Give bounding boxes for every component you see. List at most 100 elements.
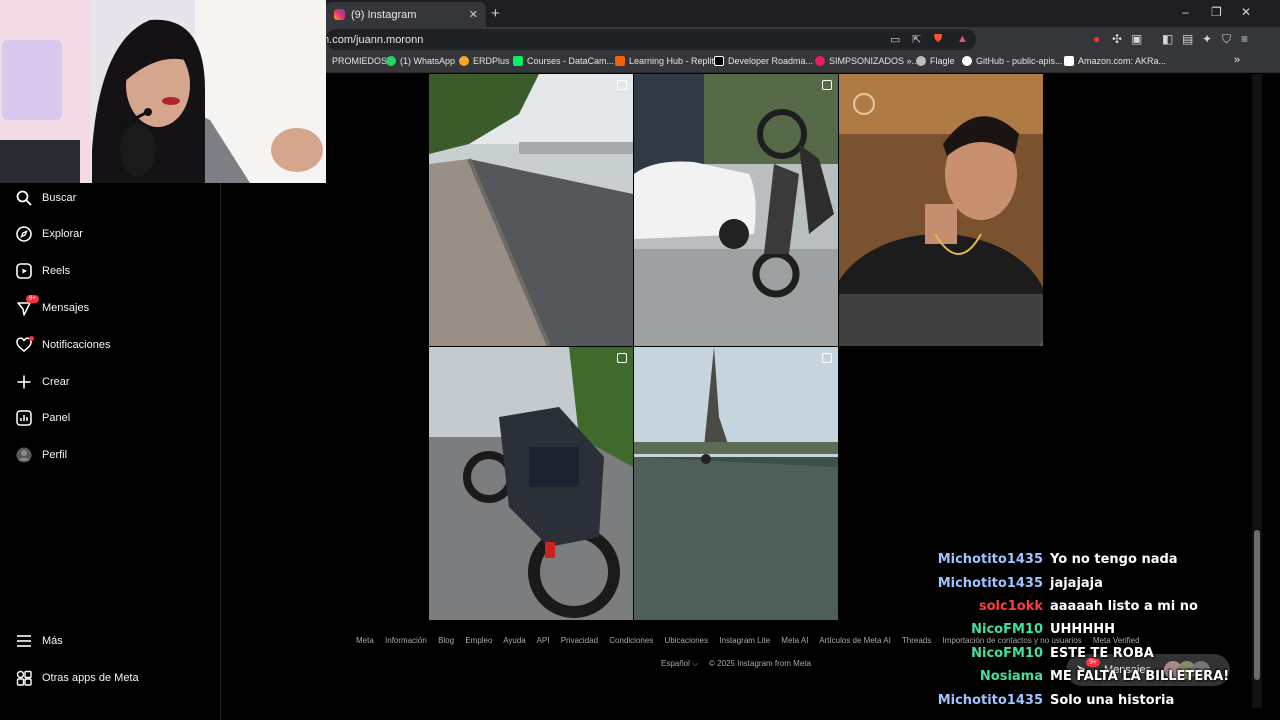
reel-indicator-icon [617, 80, 627, 90]
bookmark-label: Flagle [930, 56, 955, 66]
sidebar-item-label: Más [42, 635, 63, 647]
sidebar-item-perfil[interactable]: Perfil [16, 447, 67, 463]
tab-close-icon[interactable]: ✕ [469, 8, 478, 21]
chat-text: ESTE TE ROBA [1050, 645, 1154, 661]
sidebar-item-label: Crear [42, 376, 70, 388]
chat-username: Nosiama [979, 669, 1043, 685]
wallet-icon[interactable]: ▤ [1182, 32, 1193, 46]
bookmark-item[interactable]: PROMIEDOS [332, 56, 387, 66]
footer-link[interactable]: API [537, 636, 550, 645]
roadmap-icon [714, 56, 724, 66]
reel-indicator-icon [822, 80, 832, 90]
footer-link[interactable]: Ubicaciones [665, 636, 709, 645]
share-icon[interactable]: ⇱ [912, 33, 921, 46]
footer-link[interactable]: Privacidad [561, 636, 598, 645]
bookmark-label: Courses - DataCam... [527, 56, 615, 66]
webcam-overlay [0, 0, 326, 183]
plus-icon [16, 374, 32, 390]
chat-message: solc1okk aaaaah listo a mi no [870, 595, 1230, 618]
sidebar-item-explorar[interactable]: Explorar [16, 226, 83, 242]
bookmarks-overflow-button[interactable]: » [1234, 54, 1240, 66]
tab-search-icon[interactable]: ▣ [1131, 32, 1142, 46]
sidebar-toggle-icon[interactable]: ◧ [1162, 32, 1173, 46]
bookmark-item[interactable]: ERDPlus [459, 56, 510, 66]
bookmark-item[interactable]: (1) WhatsApp [386, 56, 455, 66]
chat-message: Michotito1435 Solo una historia [870, 688, 1230, 711]
footer-link[interactable]: Blog [438, 636, 454, 645]
language-select[interactable]: Español ⌵ [661, 659, 698, 669]
footer-copyright: © 2025 Instagram from Meta [709, 659, 811, 668]
bookmark-item[interactable]: Courses - DataCam... [513, 56, 614, 66]
leo-ai-icon[interactable]: ✦ [1202, 32, 1212, 46]
bookmark-item[interactable]: Amazon.com: AKRa... [1064, 56, 1166, 66]
footer-link[interactable]: Meta [356, 636, 374, 645]
footer-link[interactable]: Información [385, 636, 427, 645]
sidebar-item-label: Otras apps de Meta [42, 672, 139, 684]
sidebar-item-reels[interactable]: Reels [16, 263, 70, 279]
post-image-wheelie [634, 74, 838, 346]
sidebar-item-label: Explorar [42, 228, 83, 240]
sidebar-item-mensajes[interactable]: 9+ Mensajes [16, 295, 90, 316]
brave-shield-icon[interactable]: ⛊ [934, 33, 942, 46]
chat-text: ME FALTA LA BILLETERA! [1050, 669, 1230, 685]
sidebar-item-buscar[interactable]: Buscar [16, 190, 76, 206]
chat-message: NicoFM10 ESTE TE ROBA [870, 642, 1230, 665]
bookmark-label: ERDPlus [473, 56, 510, 66]
browser-menu-icon[interactable]: ≡ [1241, 32, 1248, 46]
page-scrollbar[interactable] [1252, 74, 1262, 708]
restore-button[interactable]: ❐ [1211, 5, 1222, 19]
address-url: m.com/juann.moronn [320, 33, 424, 46]
footer-link[interactable]: Empleo [465, 636, 492, 645]
chat-message: Michotito1435 jajajaja [870, 571, 1230, 594]
bookmark-label: GitHub - public-apis... [976, 56, 1063, 66]
notification-dot [29, 336, 34, 341]
grid-post[interactable] [839, 74, 1043, 346]
webcam-feed [0, 0, 326, 183]
grid-post[interactable] [429, 347, 633, 620]
search-icon [16, 190, 32, 206]
footer-link[interactable]: Meta AI [781, 636, 808, 645]
whatsapp-icon [386, 56, 396, 66]
grid-post[interactable] [429, 74, 633, 346]
chat-username: NicoFM10 [971, 645, 1043, 661]
extensions-puzzle-icon[interactable]: ✣ [1112, 32, 1122, 46]
close-window-button[interactable]: ✕ [1241, 5, 1251, 19]
footer-link[interactable]: Ayuda [503, 636, 526, 645]
grid-post[interactable] [634, 74, 838, 346]
sidebar-item-panel[interactable]: Panel [16, 410, 70, 426]
sidebar-item-label: Notificaciones [42, 339, 111, 351]
bookmark-item[interactable]: Developer Roadma... [714, 56, 813, 66]
cast-icon[interactable]: ▭ [890, 33, 900, 46]
sidebar-item-label: Mensajes [42, 302, 90, 314]
chat-text: UHHHHH [1050, 622, 1115, 638]
compass-icon [16, 226, 32, 242]
brave-rewards-icon[interactable]: ▲ [957, 33, 968, 45]
sidebar-item-label: Perfil [42, 449, 68, 461]
grid-post[interactable] [634, 347, 838, 620]
bookmark-label: Developer Roadma... [728, 56, 814, 66]
sidebar-item-notificaciones[interactable]: Notificaciones [16, 336, 111, 353]
sidebar-item-mas[interactable]: Más [16, 633, 63, 649]
footer-link[interactable]: Instagram Lite [719, 636, 770, 645]
flagle-icon [916, 56, 926, 66]
new-tab-button[interactable]: + [491, 5, 500, 22]
tab-instagram[interactable]: (9) Instagram ✕ [326, 2, 486, 27]
unread-badge: 9+ [26, 295, 39, 303]
scrollbar-thumb[interactable] [1254, 530, 1260, 680]
address-bar[interactable]: m.com/juann.moronn ▭ ⇱ ⛊ ▲ [320, 29, 976, 50]
bookmark-item[interactable]: GitHub - public-apis... [962, 56, 1063, 66]
bookmark-label: PROMIEDOS [332, 56, 388, 66]
post-image-portrait [839, 74, 1043, 346]
simpsonizados-icon [815, 56, 825, 66]
extension-red-icon[interactable]: ● [1093, 32, 1100, 46]
footer-link[interactable]: Condiciones [609, 636, 653, 645]
bookmark-item[interactable]: Learning Hub - Replit [615, 56, 714, 66]
bookmark-item[interactable]: Flagle [916, 56, 955, 66]
bookmark-item[interactable]: SIMPSONIZADOS »... [815, 56, 919, 66]
sidebar-item-label: Panel [42, 412, 71, 424]
sidebar-item-otras-apps[interactable]: Otras apps de Meta [16, 670, 139, 686]
datacamp-icon [513, 56, 523, 66]
vpn-shield-icon[interactable]: ⛉ [1222, 32, 1231, 47]
minimize-button[interactable]: – [1182, 5, 1189, 19]
sidebar-item-crear[interactable]: Crear [16, 374, 70, 390]
